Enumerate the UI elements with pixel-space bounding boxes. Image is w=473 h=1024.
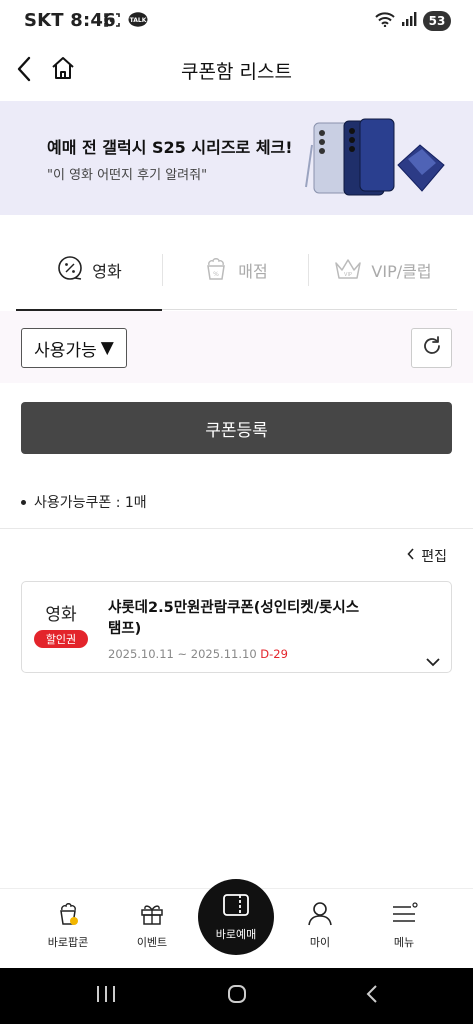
popcorn-bucket-icon [54,899,82,930]
svg-text:TALK: TALK [130,17,147,24]
back-chevron-icon [365,984,379,1008]
movie-coupon-icon [56,254,84,286]
status-dropdown-value: 사용가능 [34,340,97,361]
coupon-name-line1: 샤롯데2.5만원관람쿠폰(성인티켓/롯시스 [108,600,360,616]
recent-apps-button[interactable] [86,982,126,1010]
menu-icon [390,899,418,930]
nav-label: 바로예매 [215,927,257,941]
edit-button[interactable]: 편집 [407,546,447,566]
svg-text:VIP: VIP [344,272,352,278]
status-dropdown[interactable]: 사용가능 ▼ [21,328,127,368]
coupon-category: 영화 [45,605,77,625]
coupon-type-badge: 할인권 [34,630,88,648]
coupon-card[interactable]: 영화 할인권 샤롯데2.5만원관람쿠폰(성인티켓/롯시스 탬프) 2025.10… [21,581,452,673]
nav-label: 마이 [309,936,331,949]
person-icon [306,899,334,930]
tab-movie[interactable]: 영화 [16,230,162,311]
phone-product-image [300,115,450,205]
nav-menu[interactable]: 메뉴 [374,899,434,950]
banner-subtext: "이 영화 어떤지 후기 알려줘" [47,168,208,183]
back-button[interactable] [352,982,392,1010]
nav-event[interactable]: 이벤트 [122,899,182,950]
nav-quick-booking[interactable]: 바로예매 [198,879,274,955]
header: 쿠폰함 리스트 [0,40,473,100]
tab-vip-club[interactable]: VIP VIP/클럽 [308,230,457,310]
system-navigation-bar [0,968,473,1024]
coupon-register-button[interactable]: 쿠폰등록 [21,402,452,454]
nav-my[interactable]: 마이 [290,899,350,950]
wifi-icon [375,11,395,31]
home-circle-icon [226,983,248,1009]
refresh-button[interactable] [411,328,452,368]
tab-label: 매점 [238,262,268,281]
filter-bar: 사용가능 ▼ [0,311,473,383]
coupon-validity: 2025.10.11 ~ 2025.11.10 D-29 [108,647,288,661]
chevron-left-icon [407,548,415,564]
nav-label: 바로팝콘 [47,936,89,949]
coupon-category-tabs: 영화 % 매점 VIP VIP/클럽 [16,230,457,311]
coupon-period: 2025.10.11 ~ 2025.11.10 [108,647,257,661]
crown-icon: VIP [333,254,363,286]
available-coupon-label: 사용가능쿠폰 : 1매 [34,495,147,511]
status-time: SKT 8:46 [24,10,116,31]
home-button[interactable] [217,982,257,1010]
recent-apps-icon [95,984,117,1008]
refresh-icon [421,335,443,361]
status-icons-left: TALK [104,12,148,32]
coupon-name: 샤롯데2.5만원관람쿠폰(성인티켓/롯시스 탬프) [108,598,378,640]
popcorn-icon: % [202,254,230,286]
ticket-icon [222,893,250,920]
gift-icon [138,899,166,930]
nav-label: 이벤트 [136,936,168,949]
tab-store[interactable]: % 매점 [162,230,308,310]
status-icons-right: 53 [375,11,451,31]
nav-label: 메뉴 [393,936,415,949]
bullet-dot [21,499,26,505]
nav-barro-popcorn[interactable]: 바로팝콘 [38,899,98,950]
svg-text:%: % [213,271,219,278]
screenshot-icon [104,12,120,32]
section-divider [0,528,473,529]
signal-icon [401,11,417,31]
chevron-down-icon[interactable] [425,652,441,671]
available-coupon-count: 사용가능쿠폰 : 1매 [21,492,147,512]
edit-label: 편집 [421,549,447,565]
promo-banner[interactable]: 예매 전 갤럭시 S25 시리즈로 체크! "이 영화 어떤지 후기 알려줘" [0,101,473,215]
tab-label: VIP/클럽 [371,262,432,281]
battery-indicator: 53 [423,11,451,31]
kakaotalk-icon: TALK [128,12,148,32]
status-bar: SKT 8:46 TALK 53 [0,0,473,40]
bottom-navigation: 바로팝콘 이벤트 바로예매 마이 메뉴 [0,879,473,968]
page-title: 쿠폰함 리스트 [181,61,292,83]
coupon-dday: D-29 [260,647,288,661]
coupon-name-line2: 탬프) [108,621,142,637]
banner-headline: 예매 전 갤럭시 S25 시리즈로 체크! [47,138,293,157]
tab-label: 영화 [92,261,122,281]
dropdown-triangle-icon: ▼ [100,338,114,358]
